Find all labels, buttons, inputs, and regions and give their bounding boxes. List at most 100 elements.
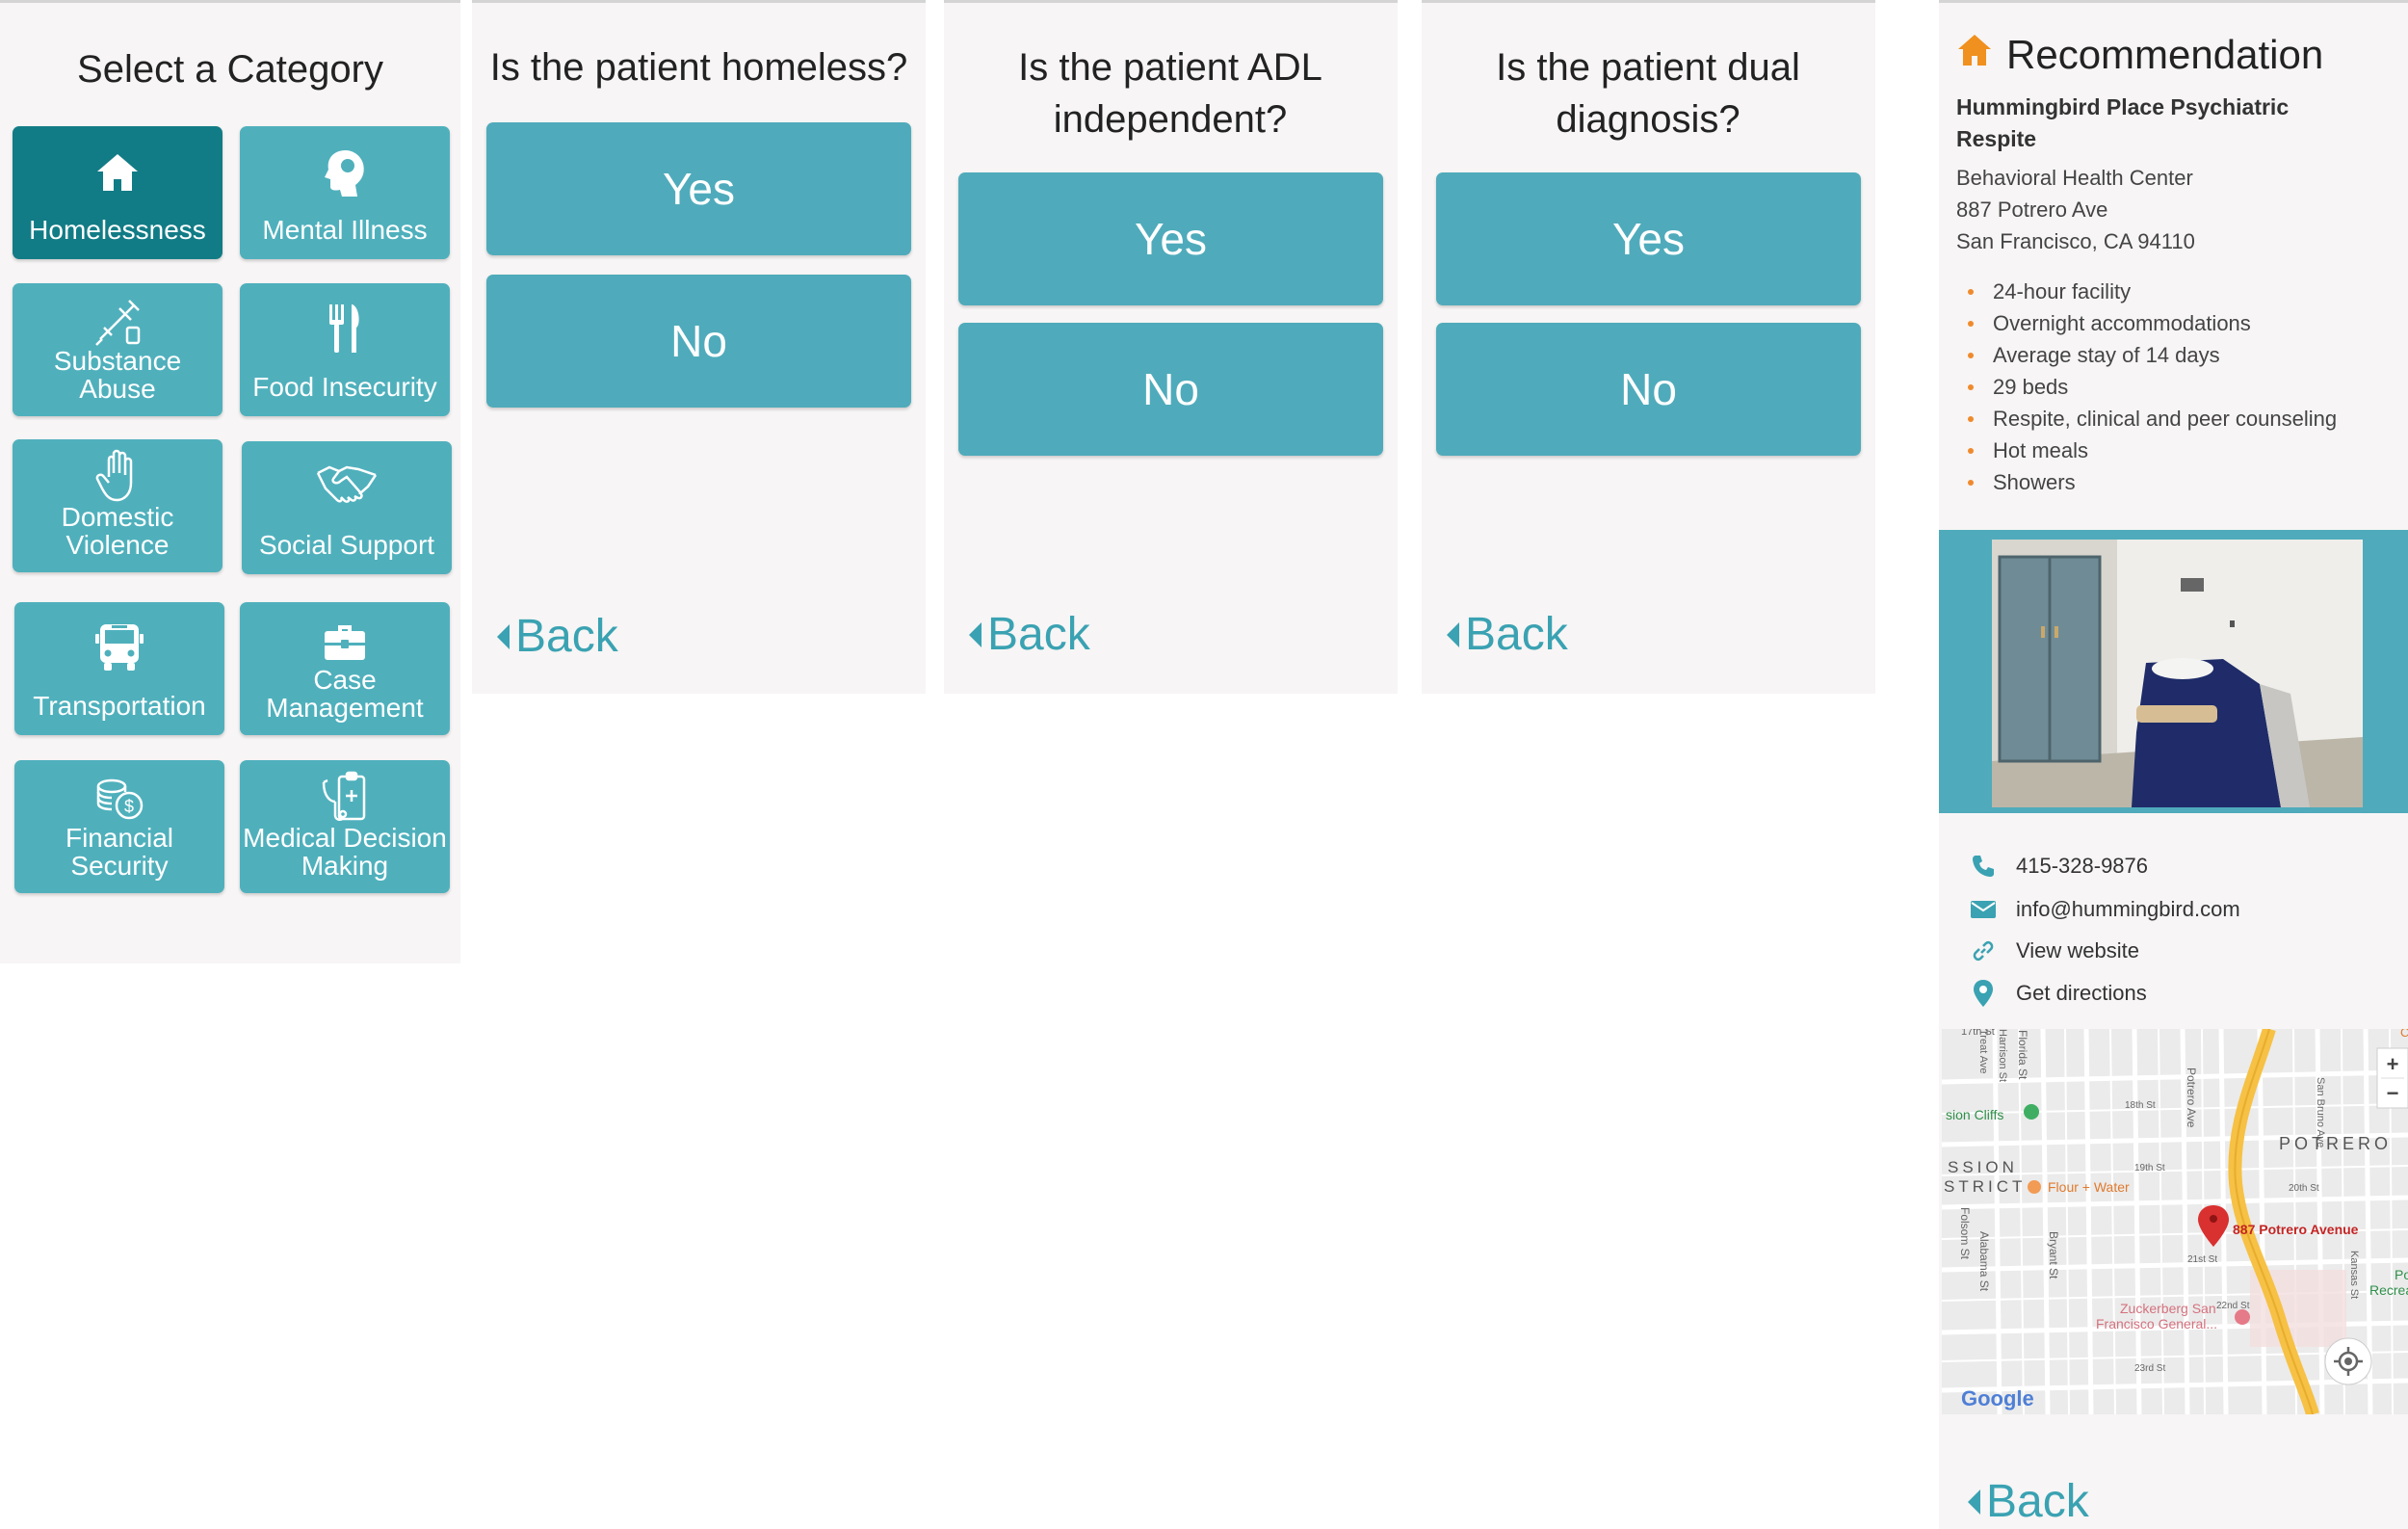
category-social-support[interactable]: Social Support — [242, 441, 452, 574]
raised-hand-icon — [13, 447, 222, 505]
category-case-management[interactable]: Case Management — [240, 602, 450, 735]
map-district: STRICT — [1944, 1177, 2026, 1196]
map-marker-label: 887 Potrero Avenue — [2233, 1222, 2359, 1237]
category-label: Financial Security — [65, 823, 174, 881]
map-street: Treat Ave — [1977, 1029, 1989, 1073]
map-neighborhood: POTRERO — [2279, 1134, 2392, 1153]
category-transportation[interactable]: Transportation — [14, 602, 224, 735]
map-place: Zuckerberg San — [2120, 1301, 2216, 1316]
question-panel-dual-diagnosis: Is the patient dual diagnosis? Yes No Ba… — [1422, 0, 1875, 694]
map-street: Folsom St — [1958, 1207, 1972, 1260]
category-label: Substance Abuse — [53, 346, 182, 404]
facility-photo-frame — [1939, 530, 2408, 813]
yes-button[interactable]: Yes — [486, 122, 911, 255]
map-street: 19th St — [2134, 1163, 2165, 1173]
question-text: Is the patient dual diagnosis? — [1496, 46, 1800, 141]
yes-button[interactable]: Yes — [1436, 172, 1861, 305]
category-substance-abuse[interactable]: Substance Abuse — [13, 283, 222, 416]
category-label: Social Support — [258, 530, 435, 560]
map-street: Potrero Ave — [2185, 1068, 2198, 1128]
fork-knife-icon — [240, 299, 450, 356]
back-label: Back — [1465, 609, 1568, 660]
question-panel-adl: Is the patient ADL independent? Yes No B… — [944, 0, 1398, 694]
feature-item: 24-hour facility — [1968, 276, 2337, 307]
back-arrow-icon — [969, 621, 982, 647]
map-place: Francisco General... — [2096, 1316, 2217, 1331]
yes-button[interactable]: Yes — [958, 172, 1383, 305]
google-logo: Google — [1961, 1386, 2034, 1410]
category-label: Food Insecurity — [252, 372, 437, 402]
zoom-out-button: − — [2387, 1081, 2399, 1105]
recommendation-panel: Recommendation Hummingbird Place Psychia… — [1939, 0, 2408, 1529]
category-label: Transportation — [33, 691, 206, 721]
website-link[interactable]: View website — [1970, 937, 2139, 964]
category-label: Mental Illness — [262, 215, 428, 245]
question-text: Is the patient homeless? — [489, 46, 908, 89]
facility-name: Hummingbird Place Psychiatric Respite — [1956, 94, 2290, 151]
website-label: View website — [2016, 938, 2139, 962]
category-financial-security[interactable]: $ Financial Security — [14, 760, 224, 893]
question-panel-homeless: Is the patient homeless? Yes No Back — [472, 0, 926, 694]
category-medical-decision-making[interactable]: Medical Decision Making — [240, 760, 450, 893]
category-homelessness[interactable]: Homelessness — [13, 126, 222, 259]
house-icon — [13, 144, 222, 201]
back-arrow-icon — [497, 623, 510, 649]
map-street: Florida St — [2016, 1030, 2029, 1080]
feature-item: Showers — [1968, 466, 2337, 498]
head-icon — [240, 144, 450, 201]
category-title: Select a Category — [77, 48, 383, 91]
back-label: Back — [515, 611, 618, 662]
email-link[interactable]: info@hummingbird.com — [1970, 896, 2240, 923]
medical-clipboard-icon — [240, 768, 450, 826]
bus-icon — [14, 618, 224, 675]
back-button[interactable]: Back — [1968, 1475, 2089, 1528]
back-arrow-icon — [1968, 1489, 1980, 1515]
briefcase-icon — [240, 614, 450, 672]
my-location-button[interactable] — [2324, 1337, 2372, 1385]
map-street: 18th St — [2125, 1100, 2156, 1111]
facility-city: San Francisco, CA 94110 — [1956, 229, 2195, 253]
home-icon — [1956, 32, 1993, 78]
map-street: Kansas St — [2348, 1251, 2360, 1299]
no-button[interactable]: No — [486, 275, 911, 408]
back-button[interactable]: Back — [497, 610, 618, 663]
map-street: 23rd St — [2134, 1363, 2165, 1374]
recommendation-title: Recommendation — [2006, 32, 2324, 77]
location-map[interactable]: sion Cliffs Flour + Water SSION STRICT P… — [1942, 1029, 2408, 1414]
map-street: Bryant St — [2047, 1231, 2060, 1279]
map-place: sion Cliffs — [1946, 1107, 2003, 1122]
facility-street: 887 Potrero Ave — [1956, 198, 2108, 222]
back-arrow-icon — [1447, 621, 1459, 647]
category-food-insecurity[interactable]: Food Insecurity — [240, 283, 450, 416]
question-text: Is the patient ADL independent? — [1018, 46, 1322, 141]
handshake-icon — [242, 453, 452, 511]
category-mental-illness[interactable]: Mental Illness — [240, 126, 450, 259]
map-street: 20th St — [2289, 1183, 2319, 1194]
back-button[interactable]: Back — [1447, 608, 1568, 661]
map-edge-label: Po — [2395, 1267, 2408, 1282]
facility-photo — [1992, 540, 2363, 807]
map-street: 22nd St — [2216, 1301, 2250, 1311]
back-label: Back — [1986, 1476, 2089, 1527]
map-street: San Bruno Ave — [2315, 1077, 2326, 1147]
map-pin-icon — [1970, 980, 1997, 1007]
feature-item: Hot meals — [1968, 435, 2337, 466]
feature-list: 24-hour facility Overnight accommodation… — [1968, 276, 2337, 498]
link-icon — [1970, 937, 1997, 964]
map-district: SSION — [1948, 1158, 2018, 1176]
feature-item: Average stay of 14 days — [1968, 339, 2337, 371]
directions-link[interactable]: Get directions — [1970, 980, 2147, 1007]
phone-link[interactable]: 415-328-9876 — [1970, 853, 2148, 880]
zoom-controls[interactable]: + − — [2376, 1047, 2408, 1109]
back-button[interactable]: Back — [969, 608, 1090, 661]
category-label: Medical Decision Making — [243, 823, 447, 881]
feature-item: Overnight accommodations — [1968, 307, 2337, 339]
category-domestic-violence[interactable]: Domestic Violence — [13, 439, 222, 572]
map-street: Harrison St — [1997, 1029, 2008, 1082]
no-button[interactable]: No — [958, 323, 1383, 456]
no-button[interactable]: No — [1436, 323, 1861, 456]
recommendation-heading: Recommendation — [1956, 32, 2323, 78]
map-street: Alabama St — [1977, 1231, 1991, 1292]
map-street: 21st St — [2187, 1254, 2217, 1265]
map-place: Flour + Water — [2048, 1179, 2130, 1195]
